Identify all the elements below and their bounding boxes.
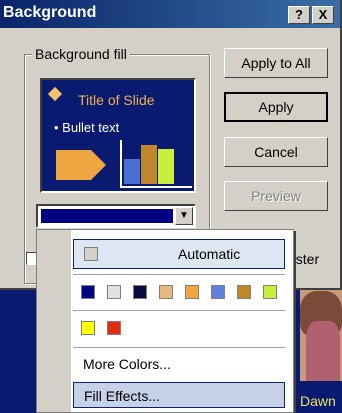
automatic-option[interactable]: Automatic bbox=[73, 239, 285, 269]
preview-bullet: • Bullet text bbox=[54, 120, 120, 135]
color-swatch[interactable] bbox=[81, 285, 95, 299]
slide-preview: Title of Slide • Bullet text bbox=[40, 78, 196, 193]
color-swatch[interactable] bbox=[211, 285, 225, 299]
preview-bar-2 bbox=[141, 145, 157, 184]
menu-separator bbox=[73, 347, 285, 348]
menu-separator bbox=[73, 274, 285, 275]
chart-x-axis bbox=[120, 186, 192, 188]
apply-to-all-button[interactable]: Apply to All bbox=[224, 48, 328, 78]
color-swatch[interactable] bbox=[107, 321, 121, 335]
color-swatch[interactable] bbox=[133, 285, 147, 299]
title-bullet-icon bbox=[47, 86, 63, 102]
chevron-down-icon[interactable]: ▼ bbox=[175, 207, 193, 225]
title-bar: Background ? X bbox=[0, 0, 340, 28]
preview-bar-1 bbox=[124, 159, 140, 184]
close-button[interactable]: X bbox=[312, 6, 334, 24]
color-swatch[interactable] bbox=[107, 285, 121, 299]
dialog-title: Background bbox=[3, 4, 97, 21]
help-button[interactable]: ? bbox=[288, 6, 310, 24]
photo-thumbnail bbox=[300, 285, 342, 381]
color-swatch[interactable] bbox=[185, 285, 199, 299]
color-swatch[interactable] bbox=[81, 321, 95, 335]
color-swatch[interactable] bbox=[263, 285, 277, 299]
more-colors-item[interactable]: More Colors... bbox=[73, 351, 285, 377]
preview-bar-3 bbox=[158, 149, 174, 184]
photo-caption: Dawn bbox=[300, 393, 336, 409]
arrow-shape-icon bbox=[56, 150, 106, 180]
menu-gutter bbox=[37, 230, 71, 412]
group-label: Background fill bbox=[32, 46, 130, 62]
automatic-label: Automatic bbox=[178, 246, 241, 262]
fill-color-combo[interactable]: ▼ bbox=[36, 204, 196, 228]
menu-separator bbox=[73, 310, 285, 311]
fill-effects-item[interactable]: Fill Effects... bbox=[73, 382, 285, 408]
preview-button[interactable]: Preview bbox=[224, 181, 328, 211]
color-swatch[interactable] bbox=[237, 285, 251, 299]
color-dropdown-menu: Automatic More Colors... Fill Effects... bbox=[36, 229, 294, 413]
apply-button[interactable]: Apply bbox=[224, 92, 328, 122]
color-swatch[interactable] bbox=[159, 285, 173, 299]
preview-title: Title of Slide bbox=[78, 92, 155, 108]
selected-color-swatch bbox=[41, 209, 173, 223]
chart-y-axis bbox=[120, 140, 122, 188]
automatic-swatch bbox=[84, 247, 98, 261]
cancel-button[interactable]: Cancel bbox=[224, 137, 328, 167]
